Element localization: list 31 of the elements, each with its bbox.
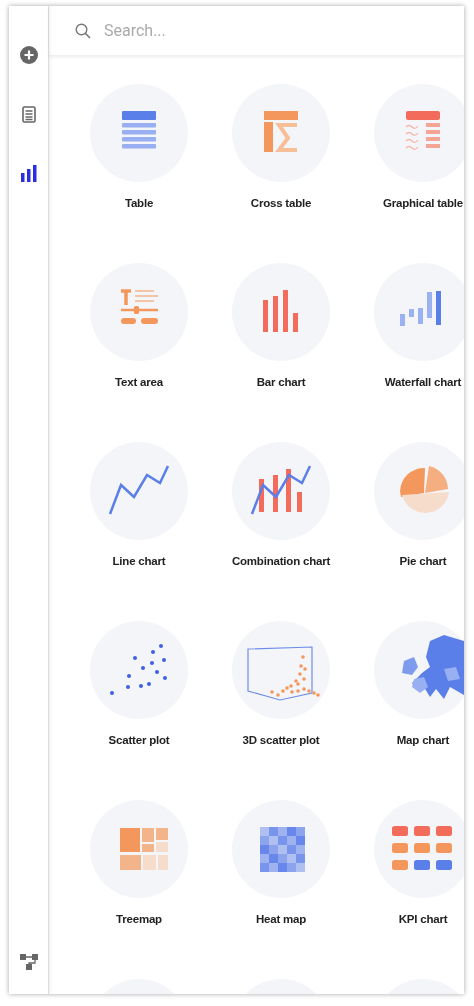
heat-map-icon [232,800,330,898]
bar-line-chart-icon [232,442,330,540]
chart-type-option[interactable]: 3D scatter plot [210,621,352,746]
chart-type-option[interactable]: Map chart [352,621,464,746]
sigma-table-icon [232,84,330,182]
list-icon[interactable] [21,106,36,123]
chart-type-option[interactable]: Line chart [68,442,210,567]
scatter-plot-icon [90,621,188,719]
chart-type-option[interactable]: Waterfall chart [352,263,464,388]
hierarchy-icon[interactable] [19,952,38,970]
text-lines-icon [90,263,188,361]
chart-type-option[interactable]: Graphical table [352,84,464,209]
chart-type-option[interactable]: Heat map [210,800,352,925]
table-icon [90,84,188,182]
add-icon[interactable] [19,46,38,64]
scatter-3d-icon [232,621,330,719]
chart-type-option[interactable]: Text area [68,263,210,388]
chart-type-option[interactable]: Bar chart [210,263,352,388]
search-field[interactable]: Search... [104,21,304,40]
chart-type-option[interactable]: Scatter plot [68,621,210,746]
line-chart-icon [90,442,188,540]
chart-type-option[interactable]: Cross table [210,84,352,209]
search-icon [75,22,91,39]
bar-chart-icon[interactable] [20,165,37,182]
chart-type-option[interactable]: Treemap [68,800,210,925]
treemap-icon [90,800,188,898]
chart-type-option[interactable]: Pie chart [352,442,464,567]
chart-type-option[interactable]: Table [68,84,210,209]
bar-chart-icon [232,263,330,361]
chart-type-option[interactable]: KPI chart [352,800,464,925]
chart-type-option[interactable]: Combination chart [210,442,352,567]
